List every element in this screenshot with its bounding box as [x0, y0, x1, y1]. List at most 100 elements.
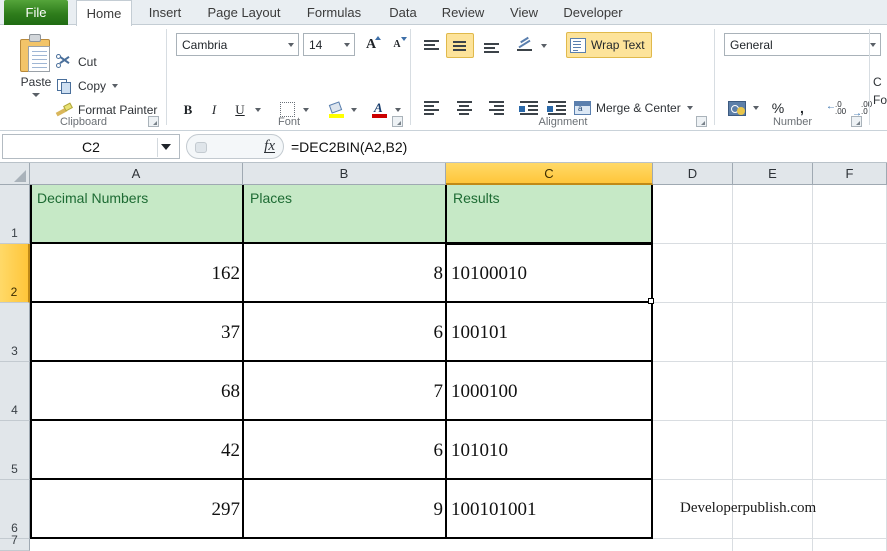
cut-label: Cut	[78, 54, 97, 69]
excel-window: File Home Insert Page Layout Formulas Da…	[0, 0, 887, 551]
cell-c6[interactable]: 100101001	[447, 480, 653, 539]
cancel-enter-icons[interactable]	[195, 142, 207, 153]
merge-center-button[interactable]: a Merge & Center	[574, 101, 693, 115]
cell-a5[interactable]: 42	[31, 421, 243, 480]
increase-decimal-icon: ← .0 .00	[826, 100, 847, 116]
alignment-dialog-launcher[interactable]	[696, 116, 707, 127]
align-right-icon	[488, 101, 505, 115]
increase-font-size-button[interactable]: A	[360, 34, 382, 55]
formula-text: =DEC2BIN(A2,B2)	[291, 138, 408, 155]
number-dialog-launcher[interactable]	[851, 116, 862, 127]
cell-a6[interactable]: 297	[31, 480, 243, 539]
row-header-1[interactable]: 1	[0, 185, 30, 244]
column-header-f[interactable]: F	[813, 163, 887, 185]
cell-b3[interactable]: 6	[244, 303, 446, 362]
group-label-number: Number	[772, 116, 813, 128]
orientation-button[interactable]	[513, 35, 537, 57]
font-size-input[interactable]: 14	[303, 33, 355, 56]
formula-bar-controls: fx	[186, 134, 284, 159]
row-header-4[interactable]: 4	[0, 362, 30, 421]
cell-b4[interactable]: 7	[244, 362, 446, 421]
font-dialog-launcher[interactable]	[392, 116, 403, 127]
column-header-d[interactable]: D	[653, 163, 733, 185]
select-all-button[interactable]	[0, 163, 30, 185]
decrease-font-size-button[interactable]: A	[386, 34, 408, 55]
conditional-formatting-label-line1[interactable]: C	[873, 75, 882, 89]
format-painter-label: Format Painter	[78, 102, 158, 117]
middle-align-button[interactable]	[446, 33, 474, 58]
bottom-align-icon	[483, 39, 500, 53]
tab-home[interactable]: Home	[76, 0, 132, 26]
chevron-down-icon	[288, 42, 294, 47]
font-name-value: Cambria	[182, 37, 228, 52]
row-header-2[interactable]: 2	[0, 244, 30, 303]
copy-button[interactable]: Copy	[56, 77, 119, 94]
font-name-input[interactable]: Cambria	[176, 33, 299, 56]
paste-label: Paste	[20, 75, 52, 89]
cell-b6[interactable]: 9	[244, 480, 446, 539]
tab-insert[interactable]: Insert	[138, 0, 192, 25]
fill-handle[interactable]	[648, 298, 654, 304]
column-header-b[interactable]: B	[243, 163, 446, 185]
tab-developer[interactable]: Developer	[552, 0, 634, 25]
tab-file[interactable]: File	[4, 0, 68, 25]
tab-review[interactable]: Review	[432, 0, 494, 25]
cell-c3[interactable]: 100101	[447, 303, 653, 362]
formula-input[interactable]: =DEC2BIN(A2,B2)	[288, 134, 885, 159]
column-header-a[interactable]: A	[30, 163, 243, 185]
chevron-down-icon	[255, 107, 261, 112]
text-orientation-icon	[516, 36, 534, 54]
orientation-options-button[interactable]	[537, 35, 551, 57]
bottom-align-button[interactable]	[479, 35, 503, 57]
row-header-5[interactable]: 5	[0, 421, 30, 480]
wrap-text-button[interactable]: Wrap Text	[566, 32, 652, 58]
top-align-icon	[423, 39, 440, 53]
cell-b2[interactable]: 8	[244, 244, 446, 303]
cell-a1[interactable]: Decimal Numbers	[31, 185, 243, 244]
number-format-select[interactable]: General	[724, 33, 881, 56]
chevron-down-icon	[303, 107, 309, 112]
column-header-e[interactable]: E	[733, 163, 813, 185]
increase-indent-icon	[546, 101, 566, 115]
accounting-icon	[728, 100, 746, 116]
font-size-value: 14	[309, 37, 323, 52]
chevron-down-icon	[344, 42, 350, 47]
copy-label: Copy	[78, 78, 107, 93]
insert-function-icon[interactable]: fx	[264, 138, 275, 155]
conditional-formatting-label-line2[interactable]: Fo	[873, 93, 887, 107]
paste-icon	[18, 33, 54, 73]
merge-center-label: Merge & Center	[596, 101, 681, 115]
row-header-3[interactable]: 3	[0, 303, 30, 362]
cell-c4[interactable]: 1000100	[447, 362, 653, 421]
tab-formulas[interactable]: Formulas	[296, 0, 372, 25]
copy-icon	[56, 77, 73, 94]
cell-c5[interactable]: 101010	[447, 421, 653, 480]
row-header-6[interactable]: 6	[0, 480, 30, 539]
ribbon-group-font: Cambria 14 A A B I U A Font	[167, 25, 411, 131]
top-align-button[interactable]	[419, 35, 443, 57]
cell-a2[interactable]: 162	[31, 244, 243, 303]
decrease-indent-icon	[518, 101, 538, 115]
ribbon-group-clipboard: Paste Cut Copy Format Painter Clipboard	[0, 25, 167, 131]
scissors-icon	[56, 53, 73, 70]
paste-button[interactable]: Paste	[10, 31, 62, 113]
tab-view[interactable]: View	[500, 0, 548, 25]
active-cell-selection[interactable]	[445, 243, 653, 303]
cell-b5[interactable]: 6	[244, 421, 446, 480]
clipboard-dialog-launcher[interactable]	[148, 116, 159, 127]
tab-page-layout[interactable]: Page Layout	[196, 0, 292, 25]
merge-center-icon: a	[574, 101, 591, 115]
ribbon-tabstrip: File Home Insert Page Layout Formulas Da…	[0, 0, 887, 26]
tab-data[interactable]: Data	[378, 0, 428, 25]
chevron-down-icon	[161, 143, 171, 150]
cell-b1[interactable]: Places	[244, 185, 446, 244]
cell-a4[interactable]: 68	[31, 362, 243, 421]
row-header-7[interactable]: 7	[0, 533, 30, 551]
cell-c1[interactable]: Results	[447, 185, 653, 244]
column-header-c[interactable]: C	[446, 163, 653, 185]
name-box[interactable]: C2	[2, 134, 180, 159]
cut-button[interactable]: Cut	[56, 53, 97, 70]
cell-a3[interactable]: 37	[31, 303, 243, 362]
shrink-font-icon: A	[393, 39, 401, 50]
group-label-clipboard: Clipboard	[59, 116, 108, 128]
